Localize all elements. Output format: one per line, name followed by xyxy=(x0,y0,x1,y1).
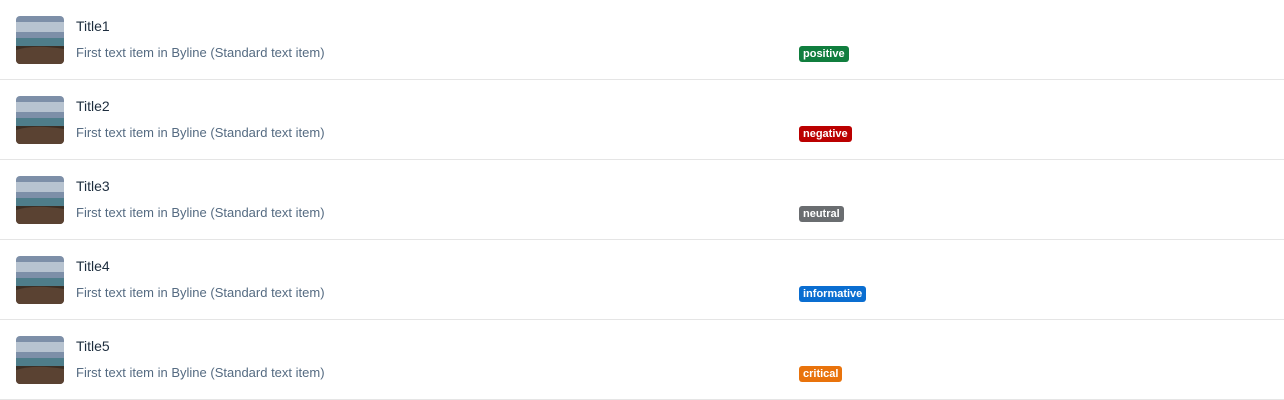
item-byline: First text item in Byline (Standard text… xyxy=(76,205,325,220)
thumbnail-image xyxy=(16,16,64,64)
status-badge: negative xyxy=(799,126,852,142)
thumbnail-image xyxy=(16,176,64,224)
status-badge: neutral xyxy=(799,206,844,222)
item-byline: First text item in Byline (Standard text… xyxy=(76,285,325,300)
status-badge: positive xyxy=(799,46,849,62)
item-title: Title3 xyxy=(76,178,110,194)
status-badge: critical xyxy=(799,366,843,382)
thumbnail-image xyxy=(16,256,64,304)
item-byline: First text item in Byline (Standard text… xyxy=(76,45,325,60)
item-title: Title4 xyxy=(76,258,110,274)
list-item[interactable]: Title3 First text item in Byline (Standa… xyxy=(0,160,1284,240)
thumbnail-image xyxy=(16,96,64,144)
list: Title1 First text item in Byline (Standa… xyxy=(0,0,1284,400)
list-item[interactable]: Title4 First text item in Byline (Standa… xyxy=(0,240,1284,320)
thumbnail-image xyxy=(16,336,64,384)
item-byline: First text item in Byline (Standard text… xyxy=(76,365,325,380)
item-title: Title5 xyxy=(76,338,110,354)
list-item[interactable]: Title2 First text item in Byline (Standa… xyxy=(0,80,1284,160)
item-title: Title1 xyxy=(76,18,110,34)
item-title: Title2 xyxy=(76,98,110,114)
item-byline: First text item in Byline (Standard text… xyxy=(76,125,325,140)
status-badge: informative xyxy=(799,286,867,302)
list-item[interactable]: Title5 First text item in Byline (Standa… xyxy=(0,320,1284,400)
list-item[interactable]: Title1 First text item in Byline (Standa… xyxy=(0,0,1284,80)
